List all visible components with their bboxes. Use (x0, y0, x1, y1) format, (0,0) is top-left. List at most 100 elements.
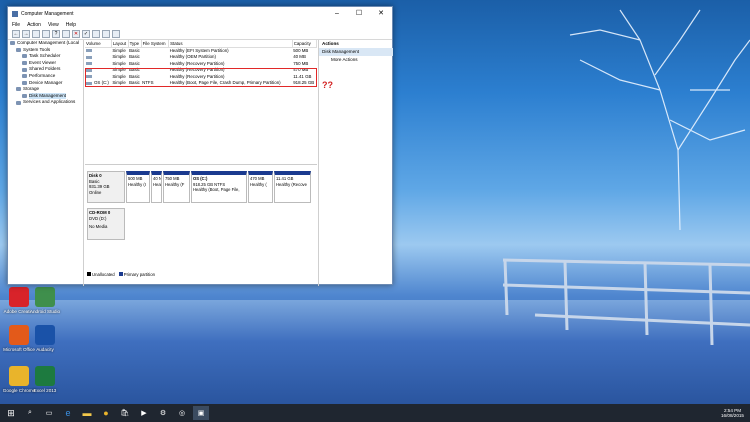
steam-icon[interactable]: ◎ (174, 406, 190, 420)
table-cell-text: Simple (112, 54, 126, 60)
tree-node-icon (22, 67, 27, 72)
tree-item[interactable]: Shared Folders (8, 66, 83, 73)
edge-icon[interactable]: e (60, 406, 76, 420)
delete-icon[interactable]: ✕ (72, 30, 80, 38)
legend-primary-label: Primary partition (123, 272, 155, 277)
recovery-partitions-highlight (85, 68, 317, 87)
system-clock[interactable]: 2:54 PM 16/08/2015 (721, 408, 744, 419)
table-cell-text: Basic (129, 60, 140, 66)
cdrom-0-row: CD-ROM 0 DVD (D:) No Media (87, 208, 315, 240)
tree-item-label: Services and Applications (23, 99, 76, 105)
tree-item[interactable]: Disk Management (8, 92, 83, 100)
disk-0-state: Online (89, 189, 102, 195)
partition-l3: Healthy (I (128, 181, 146, 187)
search-icon[interactable] (102, 30, 110, 38)
chrome-icon[interactable]: ● (98, 406, 114, 420)
partition-block[interactable]: 750 MB Healthy (F (163, 171, 190, 203)
store-icon[interactable]: 🛍 (117, 406, 133, 420)
partition-l3: Healthy (Boot, Page File, (193, 187, 240, 192)
minimize-button[interactable]: – (326, 7, 348, 20)
open-icon[interactable] (92, 30, 100, 38)
partition-legend: Unallocated Primary partition (87, 272, 155, 277)
start-icon[interactable]: ⊞ (3, 406, 19, 420)
volume-icon (86, 55, 92, 59)
disk-0-row: Disk 0 Basic 931.39 GB Online 500 MB Heal… (87, 171, 315, 203)
column-header[interactable]: Layout (111, 40, 129, 48)
desktop-shortcut-icon (35, 287, 55, 307)
up-folder-icon[interactable] (32, 30, 40, 38)
partition-l3: Heal (153, 181, 162, 187)
actions-header: Actions (322, 41, 339, 46)
tree-node-icon (22, 54, 27, 59)
computer-management-window: Computer Management – ☐ ✕ File Action Vi… (7, 6, 393, 286)
tree-item[interactable]: System Tools (8, 47, 83, 54)
tree-item[interactable]: Performance (8, 73, 83, 80)
table-cell-text: Basic (129, 48, 140, 53)
table-cell-text: Healthy (OEM Partition) (169, 54, 216, 60)
desktop-shortcut-label: Android Studio (29, 309, 61, 314)
desktop-shortcut-icon (9, 325, 29, 345)
console-tree-icon[interactable] (62, 30, 70, 38)
tree-node-icon (10, 41, 15, 46)
tree-item[interactable]: Computer Management (Local (8, 40, 83, 47)
column-header[interactable]: Capacity (292, 40, 318, 48)
tree-item[interactable]: Services and Applications (8, 99, 83, 106)
tree-item[interactable]: Storage (8, 86, 83, 93)
partition-block[interactable]: 470 MB Healthy ( (248, 171, 273, 203)
column-header[interactable]: Volume (85, 40, 112, 48)
help-icon[interactable]: ? (52, 30, 60, 38)
tree-item-label: System Tools (23, 46, 51, 52)
disk-0-label[interactable]: Disk 0 Basic 931.39 GB Online (87, 171, 125, 203)
tree-node-icon (16, 100, 21, 105)
partition-block[interactable]: 500 MB Healthy (I (126, 171, 150, 203)
desktop-shortcut[interactable]: Android Studio (28, 287, 62, 314)
column-header[interactable]: File System (141, 40, 170, 48)
column-header[interactable]: Status (168, 40, 293, 48)
tree-item[interactable]: Device Manager (8, 80, 83, 87)
computer-management-icon (12, 10, 18, 17)
check-icon[interactable]: ✓ (82, 30, 90, 38)
desktop-shortcut[interactable]: Audacity (28, 325, 62, 352)
table-cell: Simple (111, 47, 128, 54)
partition-block[interactable]: 11.41 GB Healthy (Recove (274, 171, 311, 203)
legend-unallocated: Unallocated (87, 272, 115, 277)
table-cell-text: Simple (112, 60, 126, 66)
tree-item-label: Event Viewer (29, 59, 56, 65)
tree-item[interactable]: Task Scheduler (8, 53, 83, 60)
desktop-shortcut[interactable]: Excel 2013 (28, 366, 62, 393)
partition-block[interactable]: 40 N Heal (151, 171, 162, 203)
tree-item-label: Device Manager (29, 79, 63, 85)
window-titlebar[interactable]: Computer Management – ☐ ✕ (8, 7, 392, 20)
disk-graphical-view: Disk 0 Basic 931.39 GB Online 500 MB Heal… (85, 164, 317, 278)
taskbar: ⊞ ⌕ ▭ e ▬ ● 🛍 ▶ ⚙ ◎ ▣ 2:54 PM 16/08/2015 (0, 404, 750, 422)
computer-management-taskbar-icon[interactable]: ▣ (193, 406, 209, 420)
more-actions[interactable]: More Actions (319, 56, 393, 64)
media-icon[interactable]: ▶ (136, 406, 152, 420)
menu-help[interactable]: Help (66, 22, 76, 28)
volume-icon (86, 49, 92, 53)
actions-section-disk-management[interactable]: Disk Management (319, 48, 393, 56)
forward-icon[interactable]: → (22, 30, 30, 38)
partition-l2: 40 N (153, 176, 162, 181)
partition-block[interactable]: OS (C:) 918.25 GB NTFS Healthy (Boot, Page… (191, 171, 247, 203)
settings-icon[interactable]: ⚙ (155, 406, 171, 420)
legend-unallocated-label: Unallocated (92, 272, 115, 277)
menu-file[interactable]: File (12, 22, 20, 28)
column-header[interactable]: Type (128, 40, 142, 48)
close-button[interactable]: ✕ (370, 7, 392, 20)
task-view-icon[interactable]: ▭ (41, 406, 57, 420)
back-icon[interactable]: ← (12, 30, 20, 38)
menu-view[interactable]: View (48, 22, 59, 28)
tree-node-icon (22, 94, 27, 99)
cdrom-0-label[interactable]: CD-ROM 0 DVD (D:) No Media (87, 208, 125, 240)
table-cell-text: Healthy (Recovery Partition) (169, 60, 225, 66)
table-cell-text: 750 MB (293, 60, 309, 66)
menu-action[interactable]: Action (27, 22, 41, 28)
view-icon[interactable] (112, 30, 120, 38)
properties-icon[interactable] (42, 30, 50, 38)
desktop-shortcut-icon (9, 287, 29, 307)
explorer-icon[interactable]: ▬ (79, 406, 95, 420)
search-icon[interactable]: ⌕ (22, 406, 38, 420)
maximize-button[interactable]: ☐ (348, 7, 370, 20)
tree-item[interactable]: Event Viewer (8, 60, 83, 67)
